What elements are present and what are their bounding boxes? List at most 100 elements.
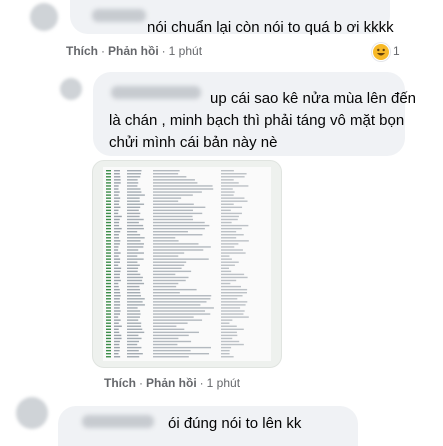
document-row-mark — [153, 209, 194, 212]
document-row-mark — [221, 285, 242, 288]
commenter-name-blurred[interactable] — [92, 9, 146, 22]
comment-text-line: là chán , minh bạch thì phải táng vô mặt… — [109, 112, 405, 129]
document-row-mark — [127, 346, 142, 349]
document-row-mark — [127, 246, 144, 248]
reply-link[interactable]: Phản hồi — [146, 376, 197, 390]
document-row-mark — [221, 267, 230, 269]
document-row-mark — [106, 273, 111, 276]
document-row-mark — [127, 240, 141, 242]
document-row-mark — [153, 252, 185, 254]
document-row-mark — [106, 337, 111, 340]
document-row-mark — [106, 343, 111, 346]
comment-bubble: up cái sao kê nửa mùa lên đến là chán , … — [93, 72, 416, 156]
document-row-mark — [221, 179, 234, 181]
reaction-count[interactable]: 1 — [393, 44, 400, 58]
commenter-name-blurred[interactable] — [82, 415, 154, 428]
document-row-mark — [221, 249, 243, 251]
document-row-mark — [106, 334, 111, 337]
document-row-mark — [106, 249, 111, 251]
document-row-mark — [221, 310, 245, 312]
document-row-mark — [127, 234, 141, 236]
timestamp[interactable]: 1 phút — [169, 44, 202, 58]
document-row-mark — [153, 227, 205, 230]
document-row-mark — [127, 261, 138, 263]
document-row-mark — [153, 313, 211, 315]
document-screenshot-image[interactable] — [92, 160, 282, 368]
document-row-mark — [106, 353, 111, 355]
document-row-mark — [114, 301, 120, 303]
document-row-mark — [114, 334, 122, 337]
avatar[interactable] — [30, 3, 58, 31]
document-row-mark — [114, 182, 121, 184]
document-row-mark — [127, 301, 143, 303]
document-row-mark — [127, 188, 141, 190]
document-row-mark — [221, 270, 232, 273]
document-row-mark — [221, 334, 238, 337]
reply-link[interactable]: Phản hồi — [108, 44, 159, 58]
document-row-mark — [106, 234, 111, 236]
document-row-mark — [153, 197, 182, 199]
document-row-mark — [221, 337, 233, 340]
document-row-mark — [153, 176, 187, 178]
timestamp[interactable]: 1 phút — [207, 376, 240, 390]
document-row-mark — [114, 218, 120, 221]
document-row-mark — [221, 227, 242, 230]
document-row-mark — [106, 194, 111, 196]
document-row-mark — [153, 179, 195, 181]
document-row-mark — [127, 258, 144, 260]
document-row-mark — [153, 267, 182, 269]
document-row-mark — [127, 221, 139, 224]
like-link[interactable]: Thích — [104, 376, 136, 390]
document-row-mark — [127, 224, 144, 227]
document-row-mark — [114, 173, 120, 175]
document-row-mark — [114, 203, 119, 205]
document-row-mark — [153, 218, 194, 221]
document-row-mark — [221, 255, 230, 257]
document-row-mark — [153, 319, 203, 321]
avatar[interactable] — [16, 397, 48, 429]
document-row-mark — [106, 209, 111, 212]
document-row-mark — [127, 170, 142, 172]
document-row-mark — [153, 221, 205, 224]
document-row-mark — [127, 304, 145, 306]
document-row-mark — [127, 243, 144, 245]
document-row-mark — [153, 194, 193, 196]
document-row-mark — [127, 353, 143, 355]
document-row-mark — [114, 227, 122, 230]
document-row-mark — [221, 218, 238, 221]
document-row-mark — [127, 182, 139, 184]
document-row-mark — [127, 334, 139, 337]
document-row-mark — [106, 298, 111, 300]
document-row-mark — [127, 288, 141, 291]
document-row-mark — [153, 234, 203, 236]
document-row-mark — [127, 285, 140, 288]
avatar[interactable] — [60, 78, 82, 100]
document-row-mark — [127, 276, 143, 279]
document-row-mark — [221, 191, 235, 193]
document-row-mark — [221, 349, 230, 352]
commenter-name-blurred[interactable] — [111, 86, 201, 99]
document-row-mark — [106, 179, 111, 181]
document-row-mark — [114, 252, 121, 254]
comment-text: ói đúng nói to lên kk — [168, 415, 302, 432]
document-row-mark — [153, 188, 214, 190]
comment-actions: Thích · Phản hồi · 1 phút — [66, 44, 202, 58]
document-row-mark — [106, 319, 111, 321]
document-row-mark — [153, 170, 180, 172]
document-row-mark — [153, 258, 209, 260]
document-row-mark — [106, 185, 111, 187]
document-row-mark — [114, 282, 119, 285]
document-row-mark — [153, 261, 187, 263]
document-row-mark — [221, 231, 237, 233]
document-row-mark — [106, 224, 111, 227]
document-row-mark — [153, 285, 177, 288]
document-row-mark — [221, 319, 233, 321]
document-row-mark — [106, 176, 111, 178]
document-row-mark — [106, 182, 111, 184]
document-row-mark — [106, 325, 111, 327]
haha-emoji-icon[interactable] — [372, 43, 390, 61]
document-row-mark — [127, 227, 144, 230]
document-row-mark — [221, 325, 237, 327]
like-link[interactable]: Thích — [66, 44, 98, 58]
document-row-mark — [221, 261, 239, 263]
